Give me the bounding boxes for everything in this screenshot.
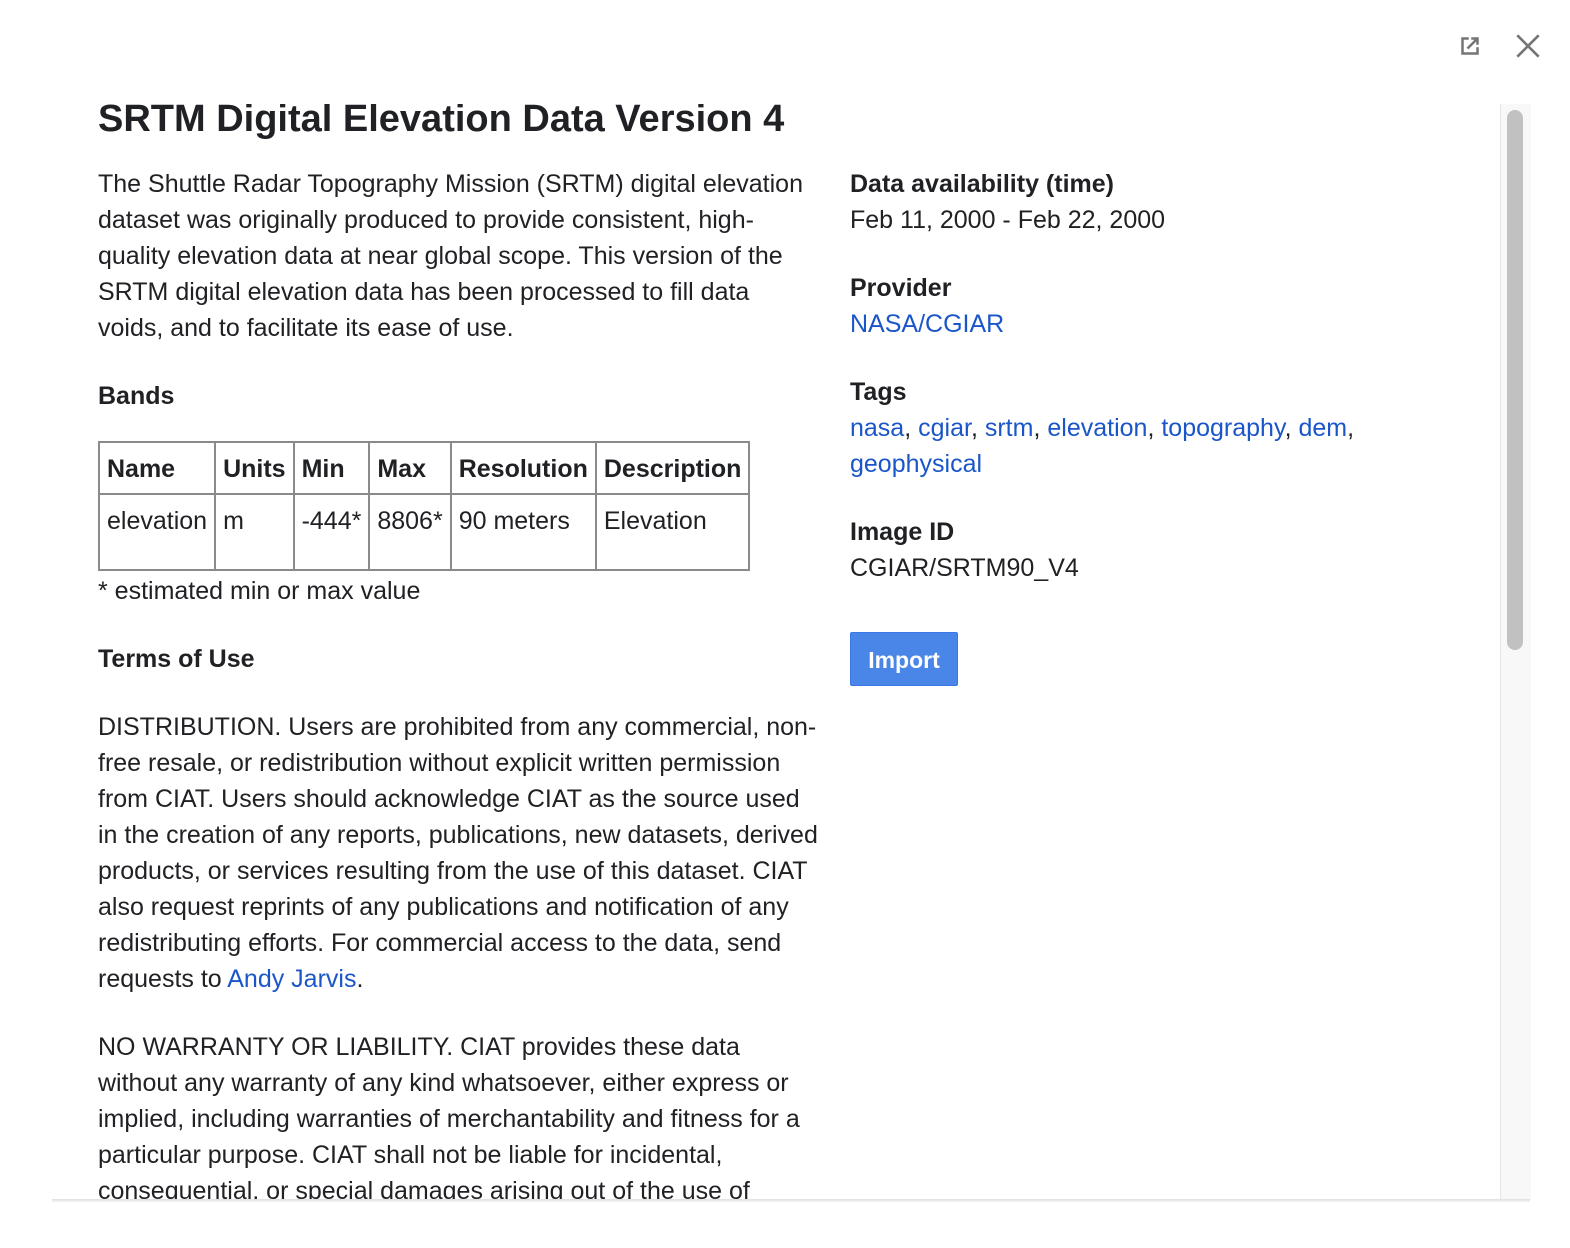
table-row: elevation m -444* 8806* 90 meters Elevat… (97, 493, 751, 571)
provider-label: Provider (850, 274, 952, 302)
dataset-description: The Shuttle Radar Topography Mission (SR… (98, 170, 803, 342)
dataset-title: SRTM Digital Elevation Data Version 4 (98, 104, 785, 140)
table-cell: 8806* (368, 493, 452, 571)
distribution-text: DISTRIBUTION. Users are prohibited from … (98, 713, 818, 993)
open-in-new-icon[interactable] (1452, 28, 1488, 64)
left-column: The Shuttle Radar Topography Mission (SR… (97, 166, 820, 1200)
column-header: Max (368, 441, 452, 495)
image-id-value: CGIAR/SRTM90_V4 (850, 554, 1079, 582)
image-id-block: Image ID CGIAR/SRTM90_V4 (850, 514, 1410, 586)
column-header: Description (594, 441, 751, 495)
warranty-paragraph: NO WARRANTY OR LIABILITY. CIAT provides … (98, 1033, 800, 1200)
table-cell: m (214, 493, 295, 571)
column-header: Units (214, 441, 295, 495)
close-icon[interactable] (1510, 28, 1546, 64)
table-cell: Elevation (594, 493, 751, 571)
terms-heading: Terms of Use (98, 645, 255, 673)
tag-link[interactable]: srtm (985, 414, 1034, 442)
tag-link[interactable]: geophysical (850, 450, 982, 478)
table-header-row: Name Units Min Max Resolution Descriptio… (97, 441, 751, 495)
tag-list: nasa, cgiar, srtm, elevation, topography… (850, 414, 1355, 478)
provider-block: Provider NASA/CGIAR (850, 270, 1410, 342)
bands-table: Name Units Min Max Resolution Descriptio… (97, 441, 751, 571)
availability-label: Data availability (time) (850, 170, 1114, 198)
tag-link[interactable]: dem (1299, 414, 1348, 442)
table-cell: 90 meters (449, 493, 597, 571)
scrollbar-thumb[interactable] (1507, 110, 1523, 650)
bands-footnote: * estimated min or max value (98, 577, 421, 605)
tag-link[interactable]: elevation (1047, 414, 1147, 442)
tag-link[interactable]: cgiar (918, 414, 971, 442)
availability-block: Data availability (time) Feb 11, 2000 - … (850, 166, 1410, 238)
tags-block: Tags nasa, cgiar, srtm, elevation, topog… (850, 374, 1410, 482)
column-header: Min (292, 441, 371, 495)
column-header: Resolution (449, 441, 597, 495)
tag-link[interactable]: nasa (850, 414, 904, 442)
dialog-content[interactable]: SRTM Digital Elevation Data Version 4 Th… (52, 104, 1500, 1200)
bottom-divider (52, 1199, 1530, 1202)
availability-value: Feb 11, 2000 - Feb 22, 2000 (850, 206, 1166, 234)
table-cell: elevation (97, 493, 217, 571)
contact-link[interactable]: Andy Jarvis (227, 965, 356, 993)
import-button[interactable]: Import (850, 632, 958, 686)
tags-label: Tags (850, 378, 907, 406)
bands-heading: Bands (98, 382, 175, 410)
image-id-label: Image ID (850, 518, 955, 546)
dataset-dialog: SRTM Digital Elevation Data Version 4 Th… (0, 0, 1570, 1248)
tag-link[interactable]: topography (1161, 414, 1284, 442)
right-column: Data availability (time) Feb 11, 2000 - … (850, 166, 1410, 686)
column-header: Name (97, 441, 217, 495)
table-cell: -444* (292, 493, 371, 571)
distribution-end: . (356, 965, 364, 993)
provider-link[interactable]: NASA/CGIAR (850, 310, 1004, 338)
distribution-paragraph: DISTRIBUTION. Users are prohibited from … (98, 709, 820, 997)
